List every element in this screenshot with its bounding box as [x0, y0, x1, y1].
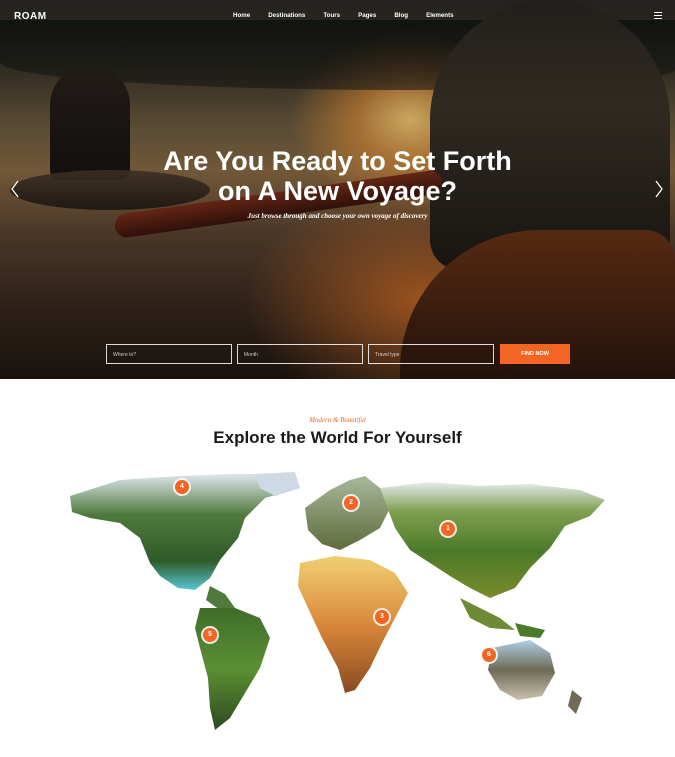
continent-australia [488, 640, 555, 700]
top-navigation: ROAM Home Destinations Tours Pages Blog … [0, 0, 675, 32]
section-title: Explore the World For Yourself [213, 428, 462, 447]
tour-search-form: Where to? Month Travel type FIND NOW [106, 344, 570, 364]
map-pin-1[interactable]: 1 [441, 522, 455, 536]
continent-asia [380, 482, 605, 598]
map-pin-2[interactable]: 2 [344, 496, 358, 510]
world-map-graphic [70, 472, 605, 730]
nav-item-blog[interactable]: Blog [394, 12, 408, 19]
chevron-left-icon[interactable] [10, 180, 20, 198]
continent-africa [298, 556, 408, 693]
continent-europe [305, 476, 390, 550]
nav-item-elements[interactable]: Elements [426, 12, 454, 19]
map-pin-4[interactable]: 4 [175, 480, 189, 494]
nav-item-tours[interactable]: Tours [323, 12, 340, 19]
hero-banner: ROAM Home Destinations Tours Pages Blog … [0, 0, 675, 379]
world-map: 1 2 3 4 5 6 [60, 468, 620, 738]
section-eyebrow: Modern & Beautiful [309, 416, 366, 424]
map-pin-5[interactable]: 5 [203, 628, 217, 642]
find-now-button[interactable]: FIND NOW [500, 344, 570, 364]
main-menu: Home Destinations Tours Pages Blog Eleme… [233, 12, 472, 19]
chevron-right-icon[interactable] [654, 180, 664, 198]
site-logo[interactable]: ROAM [14, 11, 47, 22]
map-pin-3[interactable]: 3 [375, 610, 389, 624]
nav-item-pages[interactable]: Pages [358, 12, 376, 19]
continent-south-america [195, 608, 270, 730]
month-field[interactable]: Month [237, 344, 363, 364]
hero-title: Are You Ready to Set Forth on A New Voya… [0, 146, 675, 206]
hamburger-icon[interactable] [654, 12, 662, 19]
hero-subtitle: Just browse through and choose your own … [247, 212, 428, 220]
hero-title-line-2: on A New Voyage? [217, 176, 458, 206]
travel-type-field[interactable]: Travel type [368, 344, 494, 364]
nav-item-home[interactable]: Home [233, 12, 250, 19]
map-pin-6[interactable]: 6 [482, 648, 496, 662]
hero-title-line-1: Are You Ready to Set Forth [163, 146, 512, 176]
nav-item-destinations[interactable]: Destinations [268, 12, 305, 19]
destination-field[interactable]: Where to? [106, 344, 232, 364]
